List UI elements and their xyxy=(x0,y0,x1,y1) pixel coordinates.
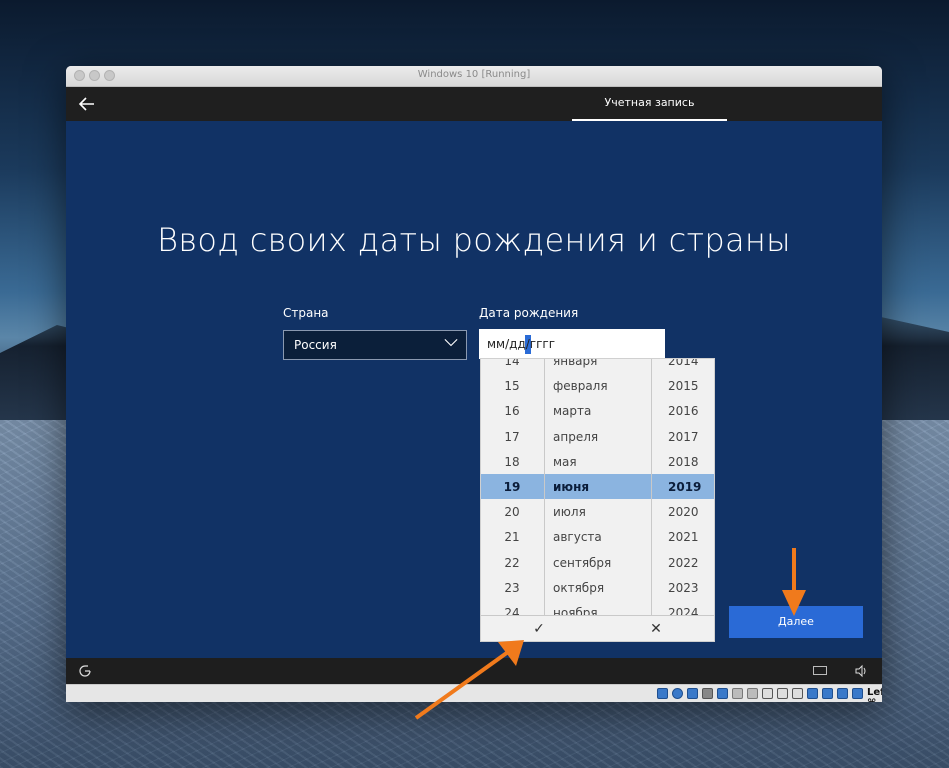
monitor-icon[interactable] xyxy=(762,688,773,699)
tab-account[interactable]: Учетная запись xyxy=(572,87,727,121)
chevron-down-icon xyxy=(444,338,458,347)
video-capture-icon[interactable] xyxy=(747,688,758,699)
hard-disk-icon[interactable] xyxy=(657,688,668,699)
oobe-content: Ввод своих даты рождения и страны Страна… xyxy=(66,121,882,658)
mouse-integration-icon[interactable] xyxy=(837,688,848,699)
day-option[interactable]: 16 xyxy=(481,399,543,424)
window-titlebar[interactable]: Windows 10 [Running] xyxy=(66,66,882,87)
accept-button[interactable]: ✓ xyxy=(481,616,597,641)
year-column[interactable]: 2014 2015 2016 2017 2018 2019 2020 2021 2022 2023… xyxy=(651,359,714,615)
oobe-header: Учетная запись xyxy=(66,87,882,121)
month-option[interactable]: марта xyxy=(545,399,651,424)
year-option[interactable]: 2021 xyxy=(651,525,714,550)
day-option[interactable]: 18 xyxy=(481,450,543,475)
year-option[interactable]: 2023 xyxy=(651,576,714,601)
checkmark-icon: ✓ xyxy=(533,621,545,637)
year-option[interactable]: 2016 xyxy=(651,399,714,424)
month-option[interactable]: февраля xyxy=(545,374,651,399)
host-key-label: Left ⌘ xyxy=(867,687,882,702)
month-column[interactable]: января февраля марта апреля мая июня июля авгус… xyxy=(544,359,652,615)
year-option[interactable]: 2024 xyxy=(651,601,714,615)
month-option[interactable]: июня xyxy=(545,475,651,500)
year-option[interactable]: 2015 xyxy=(651,374,714,399)
virtualization-icon[interactable] xyxy=(822,688,833,699)
year-option[interactable]: 2017 xyxy=(651,425,714,450)
day-option[interactable]: 20 xyxy=(481,500,543,525)
birthdate-value: мм/дд/гггг xyxy=(487,337,556,351)
day-option[interactable]: 14 xyxy=(481,359,543,374)
day-option[interactable]: 17 xyxy=(481,425,543,450)
year-option[interactable]: 2014 xyxy=(651,359,714,374)
display-icon[interactable] xyxy=(732,688,743,699)
date-picker-footer: ✓ ✕ xyxy=(481,615,714,641)
date-picker-flyout: 14 15 16 17 18 19 20 21 22 23 24 января февраля март… xyxy=(480,358,715,642)
usb-icon[interactable] xyxy=(702,688,713,699)
next-button[interactable]: Далее xyxy=(729,606,863,638)
ease-of-access-icon[interactable] xyxy=(78,664,92,678)
page-title: Ввод своих даты рождения и страны xyxy=(157,221,791,259)
day-option[interactable]: 22 xyxy=(481,551,543,576)
optical-drive-icon[interactable] xyxy=(672,688,683,699)
day-column[interactable]: 14 15 16 17 18 19 20 21 22 23 24 xyxy=(481,359,543,615)
close-icon: ✕ xyxy=(650,621,662,637)
virtualbox-statusbar: Left ⌘ xyxy=(66,684,882,702)
country-label: Страна xyxy=(283,306,329,320)
back-button[interactable] xyxy=(78,95,98,113)
oobe-footer xyxy=(66,658,882,684)
year-option[interactable]: 2019 xyxy=(651,475,714,500)
year-option[interactable]: 2020 xyxy=(651,500,714,525)
month-option[interactable]: сентября xyxy=(545,551,651,576)
birthdate-input[interactable]: мм/дд/гггг xyxy=(479,329,665,359)
month-option[interactable]: июля xyxy=(545,500,651,525)
day-option[interactable]: 24 xyxy=(481,601,543,615)
day-option[interactable]: 15 xyxy=(481,374,543,399)
month-option[interactable]: мая xyxy=(545,450,651,475)
month-option[interactable]: августа xyxy=(545,525,651,550)
month-option[interactable]: октября xyxy=(545,576,651,601)
recording-icon[interactable] xyxy=(792,688,803,699)
shared-folders-icon[interactable] xyxy=(717,688,728,699)
year-option[interactable]: 2022 xyxy=(651,551,714,576)
day-option[interactable]: 19 xyxy=(481,475,543,500)
network-icon[interactable] xyxy=(687,688,698,699)
day-option[interactable]: 21 xyxy=(481,525,543,550)
volume-icon[interactable] xyxy=(854,664,868,678)
arrow-left-icon xyxy=(78,97,94,111)
dismiss-button[interactable]: ✕ xyxy=(598,616,714,641)
window-icon[interactable] xyxy=(777,688,788,699)
arrow-down-icon[interactable] xyxy=(852,688,863,699)
virtualbox-window: Windows 10 [Running] Учетная запись Ввод… xyxy=(66,66,882,702)
month-option[interactable]: января xyxy=(545,359,651,374)
window-title: Windows 10 [Running] xyxy=(417,69,531,80)
month-option[interactable]: апреля xyxy=(545,425,651,450)
keyboard-icon[interactable] xyxy=(813,666,827,675)
year-option[interactable]: 2018 xyxy=(651,450,714,475)
cpu-icon[interactable] xyxy=(807,688,818,699)
day-option[interactable]: 23 xyxy=(481,576,543,601)
country-value: Россия xyxy=(294,338,337,352)
birthdate-label: Дата рождения xyxy=(479,306,579,320)
month-option[interactable]: ноября xyxy=(545,601,651,615)
country-dropdown[interactable]: Россия xyxy=(283,330,467,360)
